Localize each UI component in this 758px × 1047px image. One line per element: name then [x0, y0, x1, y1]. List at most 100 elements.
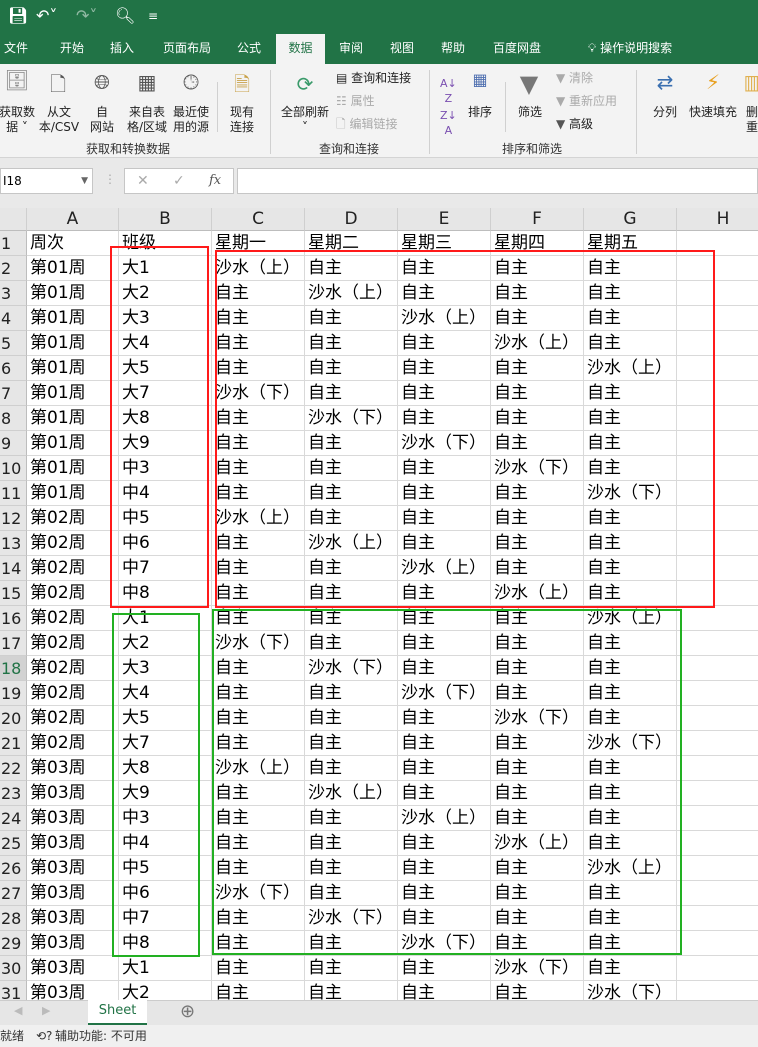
- row-header[interactable]: 12: [0, 506, 27, 531]
- properties-button[interactable]: ☷ 属性: [336, 94, 375, 109]
- cell[interactable]: 星期一: [212, 231, 305, 256]
- cell[interactable]: 中7: [119, 556, 212, 581]
- cell[interactable]: 自主: [212, 456, 305, 481]
- column-header-C[interactable]: C: [212, 208, 305, 231]
- cell[interactable]: 沙水（上）: [491, 331, 584, 356]
- cell[interactable]: 中6: [119, 531, 212, 556]
- cell[interactable]: 自主: [212, 581, 305, 606]
- cell[interactable]: 大8: [119, 406, 212, 431]
- cell[interactable]: 自主: [398, 481, 491, 506]
- cell[interactable]: 大4: [119, 331, 212, 356]
- tab-page-layout[interactable]: 页面布局: [157, 34, 217, 64]
- cell[interactable]: [677, 931, 758, 956]
- cell[interactable]: 自主: [491, 506, 584, 531]
- clear-button[interactable]: ▼ 清除: [556, 71, 593, 86]
- cell[interactable]: 自主: [305, 506, 398, 531]
- cell[interactable]: [677, 456, 758, 481]
- cell[interactable]: [677, 531, 758, 556]
- cell[interactable]: 大7: [119, 731, 212, 756]
- cell[interactable]: 自主: [212, 956, 305, 981]
- cell[interactable]: 沙水（下）: [491, 956, 584, 981]
- cell[interactable]: 自主: [584, 881, 677, 906]
- cell[interactable]: 沙水（下）: [491, 456, 584, 481]
- cell[interactable]: 自主: [398, 656, 491, 681]
- cell[interactable]: 沙水（上）: [398, 806, 491, 831]
- from-table-button[interactable]: 来自表 格/区域: [124, 105, 170, 135]
- cell[interactable]: 自主: [212, 431, 305, 456]
- cell[interactable]: [677, 606, 758, 631]
- cell[interactable]: 第02周: [27, 556, 119, 581]
- row-header[interactable]: 8: [0, 406, 27, 431]
- cell[interactable]: 自主: [491, 431, 584, 456]
- cell[interactable]: 自主: [491, 381, 584, 406]
- cell[interactable]: 自主: [398, 881, 491, 906]
- cancel-icon[interactable]: ✕: [137, 169, 149, 193]
- cell[interactable]: 沙水（下）: [305, 906, 398, 931]
- cell[interactable]: 沙水（上）: [584, 356, 677, 381]
- cell[interactable]: [677, 681, 758, 706]
- cell[interactable]: 第01周: [27, 481, 119, 506]
- cell[interactable]: 沙水（上）: [398, 306, 491, 331]
- cell[interactable]: 大2: [119, 631, 212, 656]
- row-header[interactable]: 16: [0, 606, 27, 631]
- cell[interactable]: 自主: [212, 806, 305, 831]
- cell[interactable]: 自主: [491, 656, 584, 681]
- cell[interactable]: 自主: [398, 631, 491, 656]
- cell[interactable]: 大1: [119, 606, 212, 631]
- cell[interactable]: 自主: [305, 431, 398, 456]
- cell[interactable]: 第03周: [27, 881, 119, 906]
- refresh-all-button[interactable]: 全部刷新 ˅: [278, 105, 332, 135]
- cell[interactable]: 自主: [212, 556, 305, 581]
- cell[interactable]: 中5: [119, 856, 212, 881]
- text-to-columns-button[interactable]: 分列: [650, 105, 680, 120]
- cell[interactable]: 星期三: [398, 231, 491, 256]
- row-header[interactable]: 15: [0, 581, 27, 606]
- cell[interactable]: 中8: [119, 581, 212, 606]
- cell[interactable]: [677, 856, 758, 881]
- cell[interactable]: 大2: [119, 981, 212, 1000]
- row-header[interactable]: 21: [0, 731, 27, 756]
- cell[interactable]: 第02周: [27, 681, 119, 706]
- cell[interactable]: 自主: [305, 481, 398, 506]
- cell[interactable]: 自主: [584, 806, 677, 831]
- name-box[interactable]: I18 ▼: [0, 168, 93, 194]
- cell[interactable]: [677, 356, 758, 381]
- cell[interactable]: [677, 506, 758, 531]
- select-all-corner[interactable]: [0, 208, 27, 231]
- cell[interactable]: 第03周: [27, 756, 119, 781]
- cell[interactable]: 自主: [305, 706, 398, 731]
- cell[interactable]: 自主: [584, 456, 677, 481]
- cell[interactable]: 大3: [119, 656, 212, 681]
- column-header-D[interactable]: D: [305, 208, 398, 231]
- cell[interactable]: 自主: [305, 806, 398, 831]
- cell[interactable]: 第02周: [27, 656, 119, 681]
- cell[interactable]: 自主: [584, 631, 677, 656]
- row-header[interactable]: 27: [0, 881, 27, 906]
- cell[interactable]: 中3: [119, 806, 212, 831]
- cell[interactable]: 中8: [119, 931, 212, 956]
- cell[interactable]: 自主: [398, 256, 491, 281]
- cell[interactable]: 自主: [584, 831, 677, 856]
- cell[interactable]: 自主: [305, 856, 398, 881]
- cell[interactable]: 自主: [212, 681, 305, 706]
- cell[interactable]: 自主: [212, 531, 305, 556]
- cell[interactable]: 自主: [398, 756, 491, 781]
- cell[interactable]: 沙水（下）: [212, 381, 305, 406]
- cell[interactable]: 自主: [584, 556, 677, 581]
- cell[interactable]: 第02周: [27, 531, 119, 556]
- cell[interactable]: [677, 256, 758, 281]
- formula-input[interactable]: [237, 168, 758, 194]
- cell[interactable]: [677, 781, 758, 806]
- column-header-E[interactable]: E: [398, 208, 491, 231]
- cell[interactable]: 第03周: [27, 906, 119, 931]
- cell[interactable]: 大1: [119, 956, 212, 981]
- cell[interactable]: 自主: [398, 456, 491, 481]
- cell[interactable]: 大7: [119, 381, 212, 406]
- cell[interactable]: 自主: [584, 431, 677, 456]
- cell[interactable]: 第03周: [27, 831, 119, 856]
- cell[interactable]: 自主: [398, 406, 491, 431]
- cell[interactable]: 大3: [119, 306, 212, 331]
- row-header[interactable]: 25: [0, 831, 27, 856]
- cell[interactable]: 自主: [491, 306, 584, 331]
- cell[interactable]: 自主: [398, 831, 491, 856]
